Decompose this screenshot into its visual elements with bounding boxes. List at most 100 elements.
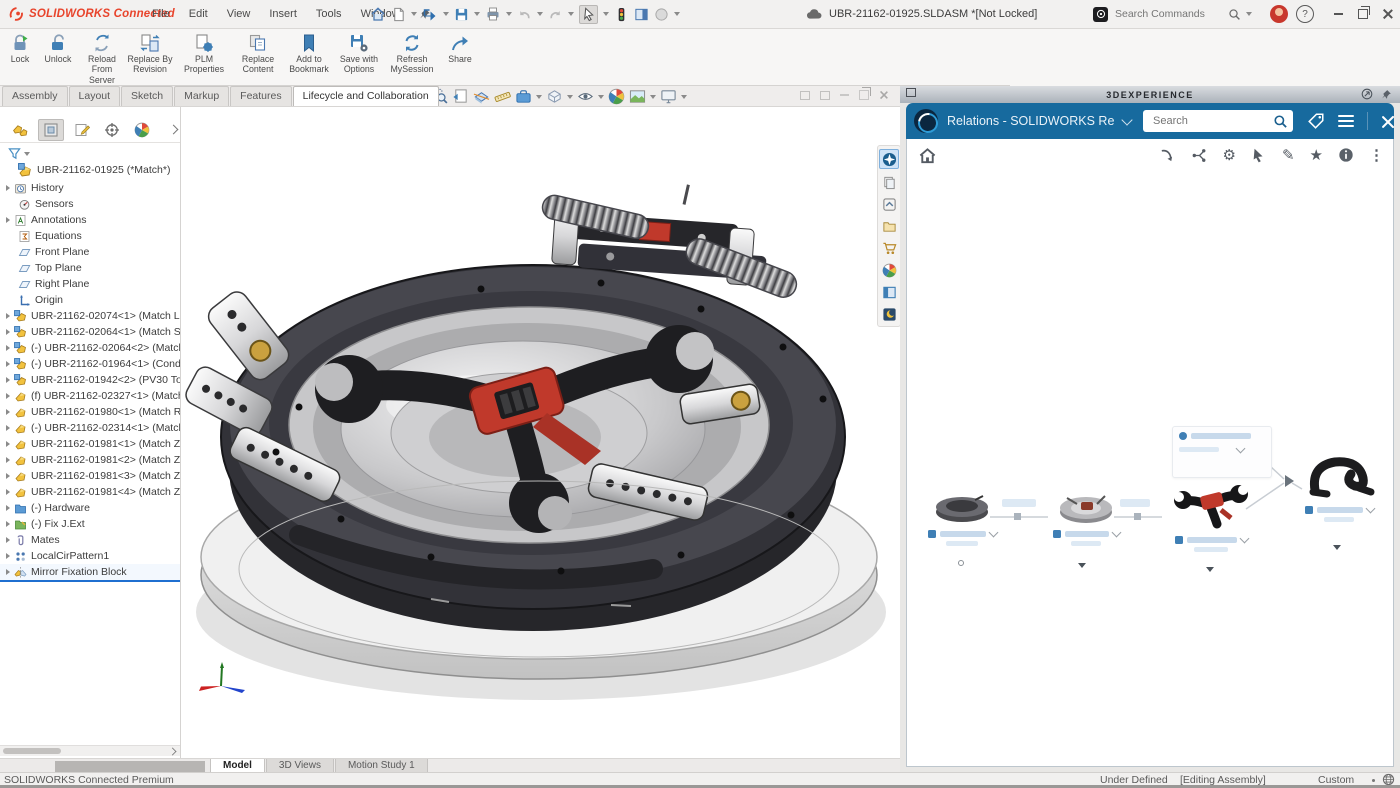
- tree-root-item[interactable]: UBR-21162-01925 (*Match*): [0, 162, 180, 178]
- edit-appearance-icon[interactable]: [608, 88, 625, 105]
- hide-show-items-icon[interactable]: [577, 88, 594, 105]
- night-mode-icon[interactable]: [880, 305, 898, 323]
- task-pane-home-icon[interactable]: [880, 195, 898, 213]
- design-library-icon[interactable]: [880, 173, 898, 191]
- tab-configuration-manager[interactable]: [70, 120, 94, 140]
- new-caret-icon[interactable]: [411, 12, 417, 16]
- doc-window-icon-2[interactable]: [820, 91, 830, 100]
- tree-item[interactable]: (f) UBR-21162-02327<1> (Match In: [0, 388, 180, 404]
- hud-caret-5[interactable]: [681, 95, 687, 99]
- menu-insert[interactable]: Insert: [269, 8, 297, 20]
- edit-pencil-icon[interactable]: ✎: [1282, 148, 1295, 163]
- expand-arrow-icon[interactable]: [6, 473, 10, 479]
- tree-item[interactable]: UBR-21162-02074<1> (Match Lid): [0, 308, 180, 324]
- custom-properties-icon[interactable]: [880, 283, 898, 301]
- tree-item-mates[interactable]: Mates: [0, 532, 180, 548]
- tree-item[interactable]: LocalCirPattern1: [0, 548, 180, 564]
- tree-item[interactable]: Annotations: [0, 212, 180, 228]
- section-view-icon[interactable]: [473, 88, 490, 105]
- options-panel-icon[interactable]: [634, 7, 649, 22]
- expand-arrow-icon[interactable]: [6, 537, 10, 543]
- tab-display-manager[interactable]: [130, 120, 154, 140]
- search-icon[interactable]: [1228, 8, 1241, 21]
- tab-model[interactable]: Model: [210, 759, 265, 773]
- sphere-icon[interactable]: [654, 7, 669, 22]
- tab-bar-scrollbar[interactable]: [55, 761, 205, 772]
- redo-icon[interactable]: [548, 7, 563, 22]
- node-expand-icon[interactable]: [988, 528, 998, 538]
- hud-caret-1[interactable]: [536, 95, 542, 99]
- node-marker-icon[interactable]: [1078, 563, 1086, 568]
- app-title-chevron-icon[interactable]: [1121, 114, 1132, 125]
- undo-caret-icon[interactable]: [537, 12, 543, 16]
- save-caret-icon[interactable]: [474, 12, 480, 16]
- 3dexperience-compass-logo[interactable]: [914, 109, 938, 133]
- relation-node-assembly[interactable]: [922, 488, 1002, 546]
- help-button[interactable]: ?: [1296, 5, 1314, 23]
- scrollbar-thumb[interactable]: [3, 748, 61, 754]
- redo-caret-icon[interactable]: [568, 12, 574, 16]
- tab-features[interactable]: Features: [230, 86, 291, 106]
- pane-pin-icon[interactable]: [1381, 89, 1392, 100]
- tab-lifecycle-collaboration[interactable]: Lifecycle and Collaboration: [293, 86, 439, 106]
- panel-close-icon[interactable]: [1381, 115, 1394, 128]
- expand-arrow-icon[interactable]: [6, 553, 10, 559]
- search-caret-icon[interactable]: [1246, 12, 1252, 16]
- home-icon[interactable]: [370, 6, 386, 22]
- tree-item[interactable]: (-) Fix J.Ext: [0, 516, 180, 532]
- relation-card[interactable]: [1172, 426, 1272, 478]
- select-pointer-icon[interactable]: [1251, 147, 1267, 163]
- tree-item[interactable]: UBR-21162-01981<4> (Match Zinc: [0, 484, 180, 500]
- tab-layout[interactable]: Layout: [69, 86, 121, 106]
- expand-arrow-icon[interactable]: [6, 409, 10, 415]
- dock-icon[interactable]: [906, 88, 916, 97]
- tree-item[interactable]: (-) UBR-21162-01964<1> (Conditio: [0, 356, 180, 372]
- expand-arrow-icon[interactable]: [6, 217, 10, 223]
- new-document-icon[interactable]: [391, 7, 406, 22]
- kebab-menu-icon[interactable]: ⋮: [1369, 148, 1384, 163]
- tree-item[interactable]: History: [0, 180, 180, 196]
- menu-file[interactable]: File: [152, 8, 170, 20]
- tools-caret-icon[interactable]: [674, 12, 680, 16]
- node-marker-icon[interactable]: [1333, 545, 1341, 550]
- file-explorer-icon[interactable]: [880, 217, 898, 235]
- reload-from-server-button[interactable]: Reload From Server: [80, 30, 124, 85]
- expand-arrow-icon[interactable]: [6, 457, 10, 463]
- close-button[interactable]: [1383, 0, 1393, 28]
- tab-featuremanager-tree[interactable]: [8, 120, 32, 140]
- tab-dimxpert-manager[interactable]: [100, 120, 124, 140]
- card-expand-icon[interactable]: [1236, 444, 1246, 454]
- undo-icon[interactable]: [517, 7, 532, 22]
- relation-node-spider[interactable]: [1166, 478, 1256, 552]
- replace-by-revision-button[interactable]: Replace By Revision: [126, 30, 174, 85]
- measure-icon[interactable]: [494, 88, 511, 105]
- node-marker-icon[interactable]: [1206, 567, 1214, 572]
- open-caret-icon[interactable]: [443, 12, 449, 16]
- expand-arrow-icon[interactable]: [6, 489, 10, 495]
- settings-gear-icon[interactable]: ⚙: [1223, 148, 1236, 163]
- select-caret-icon[interactable]: [603, 12, 609, 16]
- hud-caret-3[interactable]: [598, 95, 604, 99]
- node-expand-icon[interactable]: [1111, 528, 1121, 538]
- tree-item[interactable]: UBR-21162-01942<2> (PV30 Top: [0, 372, 180, 388]
- expand-arrow-icon[interactable]: [6, 441, 10, 447]
- node-expand-icon[interactable]: [1365, 504, 1375, 514]
- relation-node-bracket[interactable]: [1296, 452, 1382, 522]
- replace-content-button[interactable]: Replace Content: [234, 30, 282, 85]
- tree-item[interactable]: (-) UBR-21162-02314<1> (Match R: [0, 420, 180, 436]
- previous-view-icon[interactable]: [452, 88, 469, 105]
- expand-arrow-icon[interactable]: [6, 425, 10, 431]
- doc-close-icon[interactable]: [880, 91, 888, 99]
- appearances-wheel-icon[interactable]: [880, 261, 898, 279]
- relations-search-icon[interactable]: [1273, 114, 1288, 129]
- tree-filter[interactable]: [8, 147, 30, 160]
- tab-property-manager[interactable]: [38, 119, 64, 141]
- tree-item[interactable]: Front Plane: [0, 244, 180, 260]
- expand-arrow-icon[interactable]: [6, 185, 10, 191]
- tree-item[interactable]: Right Plane: [0, 276, 180, 292]
- view-settings-icon[interactable]: [660, 88, 677, 105]
- lock-button[interactable]: Lock: [4, 30, 36, 85]
- expand-arrow-icon[interactable]: [6, 361, 10, 367]
- tree-item[interactable]: (-) Hardware: [0, 500, 180, 516]
- hud-caret-2[interactable]: [567, 95, 573, 99]
